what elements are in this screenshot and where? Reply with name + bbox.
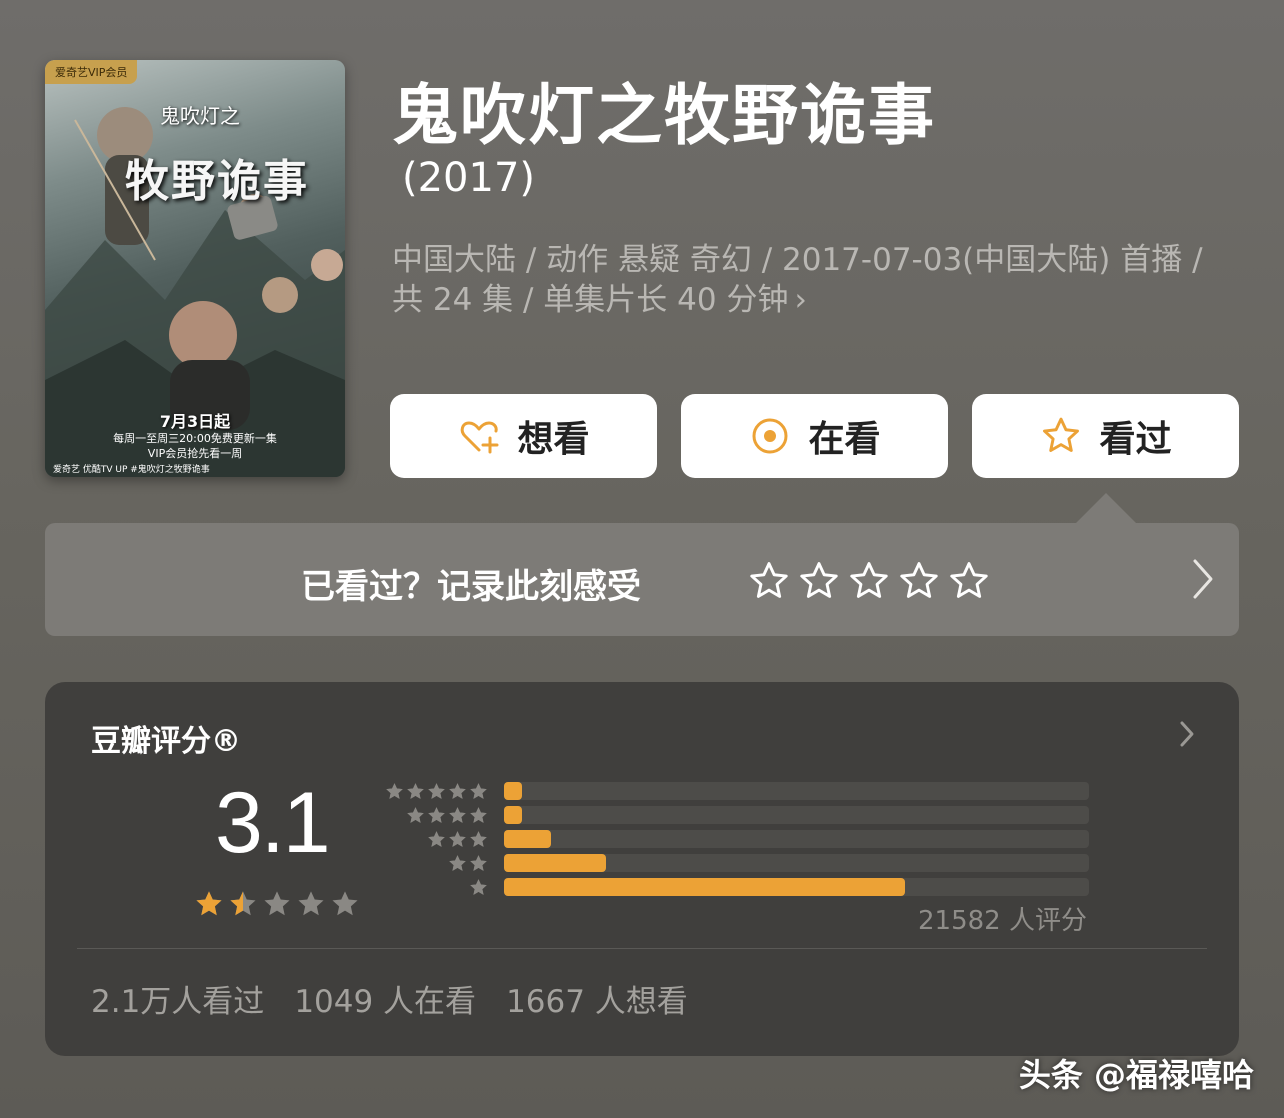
dist-bar-fill: [504, 854, 607, 872]
dist-bar-fill: [504, 782, 522, 800]
heart-plus-icon: [457, 414, 501, 458]
dist-bar-track: [504, 782, 1089, 800]
rate-star-icon[interactable]: [797, 559, 841, 607]
divider: [77, 948, 1207, 949]
dist-bar-track: [504, 878, 1089, 896]
rater-count: 21582 人评分: [918, 906, 1087, 936]
want-to-watch-button[interactable]: 想看: [390, 394, 657, 478]
dist-star-icon: [447, 805, 468, 830]
dist-star-icon: [468, 877, 489, 902]
watch-stats: 2.1万人看过 1049 人在看 1667 人想看: [91, 976, 688, 1021]
rate-prompt-text: 已看过？记录此刻感受: [301, 567, 641, 607]
dist-bar-fill: [504, 878, 905, 896]
dist-star-icon: [426, 805, 447, 830]
watched-label: 看过: [1099, 419, 1172, 460]
dist-star-label: [383, 829, 489, 854]
dist-bar-fill: [504, 830, 551, 848]
chevron-right-icon: ›: [794, 282, 807, 318]
poster-date: 7月3日起: [159, 412, 231, 431]
rating-star-icon: [193, 888, 225, 924]
rate-panel-pointer: [1076, 493, 1136, 523]
dist-star-icon: [468, 829, 489, 854]
dist-star-label: [383, 805, 489, 830]
rating-star-icon: [261, 888, 293, 924]
rating-score: 3.1: [215, 775, 331, 871]
rating-star-icon: [227, 888, 259, 924]
dist-star-icon: [426, 781, 447, 806]
watermark: 头条 @福禄嘻哈: [1018, 1056, 1254, 1094]
dist-star-icon: [468, 853, 489, 878]
chevron-right-icon: [1191, 557, 1215, 605]
poster-small-title: 鬼吹灯之: [160, 104, 240, 128]
rate-star-icon[interactable]: [897, 559, 941, 607]
rate-star-icon[interactable]: [747, 559, 791, 607]
watching-label: 在看: [808, 419, 881, 460]
rating-star-icon: [295, 888, 327, 924]
chevron-right-icon[interactable]: [1179, 720, 1195, 752]
watching-count: 1049 人在看: [294, 984, 477, 1020]
dist-bar-track: [504, 854, 1089, 872]
dist-star-icon: [468, 781, 489, 806]
dist-star-icon: [447, 853, 468, 878]
poster-title: 牧野诡事: [125, 156, 309, 207]
douban-rating-panel[interactable]: 豆瓣评分® 3.1 21582 人评分 2.1万人看过 1049 人在看 166…: [45, 682, 1239, 1056]
movie-year: (2017): [402, 155, 536, 201]
watched-count: 2.1万人看过: [91, 984, 265, 1020]
star-outline-icon: [1039, 414, 1083, 458]
dist-star-icon: [426, 829, 447, 854]
rating-label: 豆瓣评分®: [91, 724, 241, 759]
dist-star-icon: [468, 805, 489, 830]
dist-star-icon: [447, 781, 468, 806]
movie-meta[interactable]: 中国大陆 / 动作 悬疑 奇幻 / 2017-07-03(中国大陆) 首播 / …: [392, 240, 1212, 320]
dist-star-icon: [447, 829, 468, 854]
dist-star-label: [383, 781, 489, 806]
dist-star-icon: [405, 805, 426, 830]
dist-star-icon: [384, 781, 405, 806]
target-circle-icon: [748, 414, 792, 458]
rate-star-icon[interactable]: [947, 559, 991, 607]
rating-stars: [193, 888, 361, 924]
rate-prompt-panel[interactable]: 已看过？记录此刻感受: [45, 523, 1239, 636]
dist-star-label: [383, 877, 489, 902]
rate-stars[interactable]: [747, 559, 991, 607]
watched-button[interactable]: 看过: [972, 394, 1239, 478]
movie-poster[interactable]: 爱奇艺VIP会员 鬼吹灯之 牧野诡事 7月3日起 每周一至周三20:00免费更新…: [45, 60, 345, 477]
dist-star-icon: [405, 781, 426, 806]
poster-vip-note: VIP会员抢先看一周: [147, 447, 243, 460]
want-to-watch-label: 想看: [517, 419, 590, 460]
dist-bar-track: [504, 806, 1089, 824]
want-count: 1667 人想看: [506, 984, 688, 1020]
movie-title: 鬼吹灯之牧野诡事: [392, 77, 936, 154]
poster-footer: 爱奇艺 优酷TV UP #鬼吹灯之牧野诡事: [53, 465, 210, 475]
poster-vip-badge: 爱奇艺VIP会员: [45, 60, 138, 84]
dist-bar-fill: [504, 806, 522, 824]
rating-star-icon: [329, 888, 361, 924]
dist-star-label: [383, 853, 489, 878]
rate-star-icon[interactable]: [847, 559, 891, 607]
poster-schedule: 每周一至周三20:00免费更新一集: [113, 432, 277, 445]
dist-bar-track: [504, 830, 1089, 848]
watching-button[interactable]: 在看: [681, 394, 948, 478]
